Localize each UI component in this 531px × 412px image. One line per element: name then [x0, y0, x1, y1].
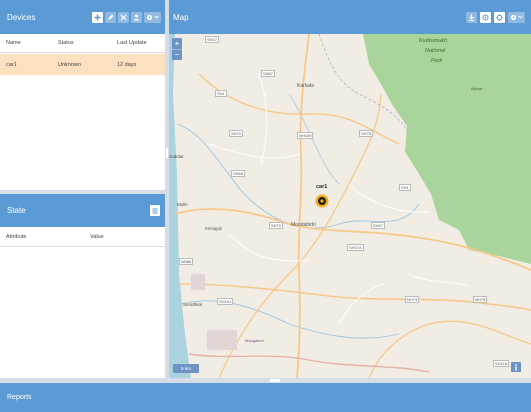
column-value[interactable]: Value — [82, 234, 104, 240]
table-row[interactable]: car1 Unknown 12 days — [0, 54, 165, 75]
road-shield: SH1 — [215, 90, 227, 97]
chevron-down-icon — [154, 15, 159, 19]
state-table-header: Attribute Value — [0, 227, 165, 247]
close-icon — [120, 14, 127, 20]
road — [368, 320, 531, 378]
state-menu-button[interactable] — [150, 205, 160, 216]
chevron-down-icon — [518, 15, 523, 19]
map-panel: Map Kudremukh National Park Karkala Mood… — [169, 0, 531, 378]
road-shield: NH75 — [473, 296, 488, 303]
layers-icon — [469, 14, 474, 21]
map-place-label: Surathkal — [183, 302, 203, 307]
zoom-out-button[interactable]: − — [172, 49, 182, 60]
zoom-control: + − — [172, 38, 182, 60]
devices-table-header: Name Status Last Update — [0, 34, 165, 53]
reports-title: Reports — [7, 394, 32, 401]
map-header: Map — [169, 0, 531, 34]
circle-target-icon — [482, 14, 489, 20]
gear-icon — [510, 14, 517, 20]
gear-icon — [146, 14, 153, 20]
add-device-button[interactable] — [92, 11, 103, 23]
device-status: Unknown — [58, 61, 81, 68]
device-users-button[interactable] — [131, 11, 142, 23]
car-marker-icon — [315, 194, 329, 208]
river — [288, 93, 340, 185]
device-name: car1 — [6, 61, 17, 68]
map-canvas[interactable]: Kudremukh National Park Karkala Moodabid… — [169, 34, 531, 378]
column-status[interactable]: Status — [52, 40, 105, 46]
national-park-area — [363, 34, 531, 264]
road-shield: SH101 — [217, 298, 234, 305]
map-place-label: Mangalore — [245, 338, 264, 343]
map-place-label: Park — [431, 58, 443, 64]
road-shield: NH169 — [297, 132, 314, 139]
map-place-label: Ajekar — [471, 86, 483, 91]
map-place-label: Jodidar — [169, 154, 184, 159]
minor-road — [408, 273, 470, 287]
edit-device-button[interactable] — [105, 11, 116, 23]
road-shield: SH118 — [493, 360, 509, 367]
minor-road — [228, 233, 310, 262]
device-marker[interactable] — [315, 194, 329, 208]
map-place-label: Mulki — [177, 202, 188, 207]
road-shield: SH70 — [229, 130, 244, 137]
map-follow-button[interactable] — [494, 11, 505, 23]
column-last-update[interactable]: Last Update — [105, 40, 147, 46]
river — [176, 123, 420, 229]
list-icon — [152, 208, 158, 213]
user-icon — [133, 14, 140, 20]
column-name[interactable]: Name — [0, 40, 52, 46]
minor-road — [338, 283, 384, 325]
map-place-label: National — [425, 48, 446, 54]
devices-title: Devices — [7, 12, 36, 22]
road-shield: SH1 — [399, 184, 411, 191]
city-area — [191, 274, 205, 290]
splitter-handle — [270, 379, 280, 382]
device-last-update: 12 days — [117, 61, 137, 68]
map-place-label: Karkala — [297, 83, 314, 89]
map-title: Map — [173, 12, 189, 22]
scale-bar: 5 km — [173, 364, 199, 373]
devices-header: Devices — [0, 0, 165, 34]
scale-label: 5 km — [181, 366, 191, 371]
map-layers-button[interactable] — [466, 11, 477, 23]
remove-device-button[interactable] — [118, 11, 129, 23]
device-settings-dropdown[interactable] — [144, 11, 161, 23]
road-shield: NH66 — [179, 258, 194, 265]
map-settings-dropdown[interactable] — [508, 11, 525, 23]
info-icon — [515, 363, 517, 370]
road-shield: SH70 — [269, 222, 284, 229]
zoom-in-button[interactable]: + — [172, 38, 182, 49]
map-place-label: Kinnigoli — [205, 226, 223, 231]
map-place-label: Kudremukh — [419, 38, 448, 44]
road-shield: NH73 — [405, 296, 420, 303]
state-header: State — [0, 194, 165, 227]
map-info-button[interactable] — [511, 362, 521, 372]
road — [188, 353, 430, 373]
minor-road — [208, 143, 300, 159]
crosshair-icon — [496, 13, 503, 21]
road-shield: SH37 — [205, 36, 220, 43]
minor-road — [348, 183, 430, 213]
plus-icon — [94, 14, 101, 20]
device-marker-label: car1 — [316, 184, 328, 190]
road-shield: SH67 — [371, 222, 386, 229]
minor-road — [258, 73, 268, 165]
reports-header[interactable]: Reports — [0, 383, 531, 412]
column-attribute[interactable]: Attribute — [0, 234, 82, 240]
road-shield: SH37A — [347, 244, 364, 251]
road-shield: SH66 — [231, 170, 246, 177]
state-title: State — [7, 206, 26, 215]
map-geofence-button[interactable] — [480, 11, 491, 23]
splitter-handle — [166, 148, 168, 158]
pencil-icon — [108, 14, 114, 20]
state-panel: State Attribute Value — [0, 194, 165, 378]
map-place-label: Moodabidri — [291, 222, 316, 228]
road-shield: SH75 — [359, 130, 374, 137]
devices-panel: Devices Name Status Last Update car1 Unk… — [0, 0, 165, 190]
road-shield: SH67 — [261, 70, 276, 77]
city-area — [207, 330, 237, 350]
